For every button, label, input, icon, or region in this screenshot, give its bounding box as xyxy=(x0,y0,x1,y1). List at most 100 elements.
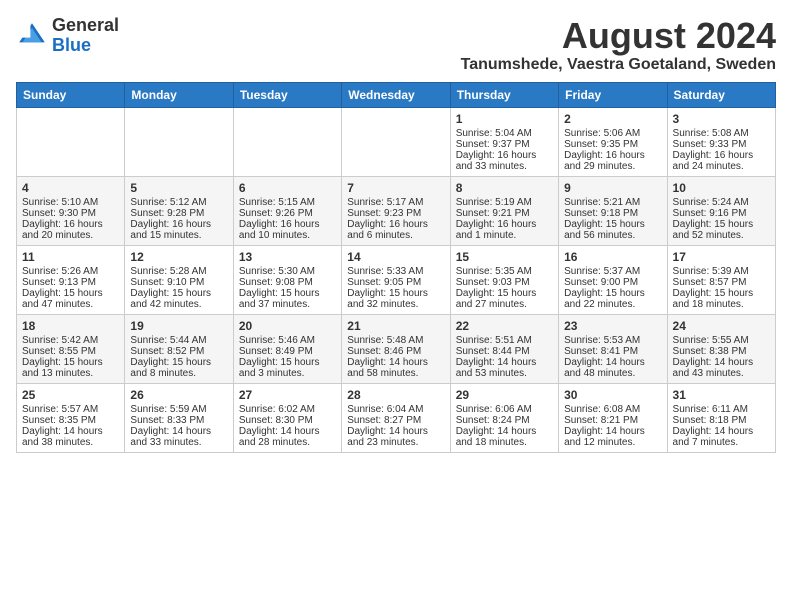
day-number: 26 xyxy=(130,388,227,402)
day-info: and 38 minutes. xyxy=(22,437,119,448)
day-number: 4 xyxy=(22,181,119,195)
day-info: Sunset: 9:13 PM xyxy=(22,277,119,288)
logo-icon xyxy=(16,20,48,52)
day-info: Daylight: 14 hours xyxy=(239,426,336,437)
day-info: Sunrise: 6:04 AM xyxy=(347,404,444,415)
day-info: Sunrise: 5:04 AM xyxy=(456,128,553,139)
logo-text: General Blue xyxy=(52,16,119,56)
day-number: 16 xyxy=(564,250,661,264)
day-info: Sunset: 9:28 PM xyxy=(130,208,227,219)
day-info: Sunset: 8:35 PM xyxy=(22,415,119,426)
day-info: Daylight: 15 hours xyxy=(130,288,227,299)
day-info: Sunrise: 5:08 AM xyxy=(673,128,770,139)
weekday-header-sunday: Sunday xyxy=(17,82,125,107)
calendar-cell xyxy=(17,107,125,176)
week-row-1: 1Sunrise: 5:04 AMSunset: 9:37 PMDaylight… xyxy=(17,107,776,176)
day-info: and 42 minutes. xyxy=(130,299,227,310)
day-info: Sunrise: 5:53 AM xyxy=(564,335,661,346)
day-info: Sunset: 9:23 PM xyxy=(347,208,444,219)
day-info: Sunrise: 5:46 AM xyxy=(239,335,336,346)
day-info: and 56 minutes. xyxy=(564,230,661,241)
day-info: Daylight: 16 hours xyxy=(347,219,444,230)
calendar-cell: 5Sunrise: 5:12 AMSunset: 9:28 PMDaylight… xyxy=(125,176,233,245)
day-info: Daylight: 15 hours xyxy=(456,288,553,299)
day-info: Sunrise: 5:51 AM xyxy=(456,335,553,346)
day-number: 20 xyxy=(239,319,336,333)
day-info: Daylight: 15 hours xyxy=(564,288,661,299)
day-info: Sunset: 9:10 PM xyxy=(130,277,227,288)
day-info: Daylight: 16 hours xyxy=(456,219,553,230)
day-number: 27 xyxy=(239,388,336,402)
day-info: Daylight: 15 hours xyxy=(673,219,770,230)
day-info: and 22 minutes. xyxy=(564,299,661,310)
day-info: Sunset: 8:27 PM xyxy=(347,415,444,426)
weekday-header-wednesday: Wednesday xyxy=(342,82,450,107)
day-info: Sunset: 8:24 PM xyxy=(456,415,553,426)
calendar-cell: 18Sunrise: 5:42 AMSunset: 8:55 PMDayligh… xyxy=(17,314,125,383)
day-info: Sunset: 8:21 PM xyxy=(564,415,661,426)
day-info: Sunrise: 5:30 AM xyxy=(239,266,336,277)
calendar-cell: 27Sunrise: 6:02 AMSunset: 8:30 PMDayligh… xyxy=(233,383,341,452)
calendar-cell: 9Sunrise: 5:21 AMSunset: 9:18 PMDaylight… xyxy=(559,176,667,245)
calendar-cell: 21Sunrise: 5:48 AMSunset: 8:46 PMDayligh… xyxy=(342,314,450,383)
day-info: Daylight: 14 hours xyxy=(456,426,553,437)
logo-blue: Blue xyxy=(52,36,119,56)
day-info: Sunset: 9:35 PM xyxy=(564,139,661,150)
day-number: 31 xyxy=(673,388,770,402)
day-number: 7 xyxy=(347,181,444,195)
calendar-subtitle: Tanumshede, Vaestra Goetaland, Sweden xyxy=(461,56,776,74)
day-info: and 32 minutes. xyxy=(347,299,444,310)
day-info: Sunrise: 5:48 AM xyxy=(347,335,444,346)
day-info: Sunrise: 5:12 AM xyxy=(130,197,227,208)
day-info: Sunrise: 5:17 AM xyxy=(347,197,444,208)
calendar-cell: 4Sunrise: 5:10 AMSunset: 9:30 PMDaylight… xyxy=(17,176,125,245)
calendar-cell: 22Sunrise: 5:51 AMSunset: 8:44 PMDayligh… xyxy=(450,314,558,383)
day-info: Sunset: 8:49 PM xyxy=(239,346,336,357)
day-info: and 52 minutes. xyxy=(673,230,770,241)
calendar-cell: 11Sunrise: 5:26 AMSunset: 9:13 PMDayligh… xyxy=(17,245,125,314)
day-info: Sunrise: 5:44 AM xyxy=(130,335,227,346)
day-number: 28 xyxy=(347,388,444,402)
day-info: and 10 minutes. xyxy=(239,230,336,241)
day-number: 12 xyxy=(130,250,227,264)
day-number: 24 xyxy=(673,319,770,333)
day-info: Sunrise: 6:02 AM xyxy=(239,404,336,415)
day-info: and 15 minutes. xyxy=(130,230,227,241)
day-info: Sunset: 9:37 PM xyxy=(456,139,553,150)
day-info: Sunset: 9:26 PM xyxy=(239,208,336,219)
day-info: Daylight: 14 hours xyxy=(347,426,444,437)
day-info: Sunset: 8:41 PM xyxy=(564,346,661,357)
day-info: Sunset: 8:55 PM xyxy=(22,346,119,357)
day-info: and 24 minutes. xyxy=(673,161,770,172)
day-number: 23 xyxy=(564,319,661,333)
day-info: Sunrise: 5:59 AM xyxy=(130,404,227,415)
day-number: 29 xyxy=(456,388,553,402)
day-info: and 20 minutes. xyxy=(22,230,119,241)
day-info: Daylight: 14 hours xyxy=(564,357,661,368)
day-info: Sunset: 9:08 PM xyxy=(239,277,336,288)
day-info: Sunset: 8:44 PM xyxy=(456,346,553,357)
day-info: Daylight: 16 hours xyxy=(564,150,661,161)
day-info: Daylight: 15 hours xyxy=(673,288,770,299)
day-number: 17 xyxy=(673,250,770,264)
day-info: and 33 minutes. xyxy=(130,437,227,448)
calendar-cell xyxy=(233,107,341,176)
week-row-5: 25Sunrise: 5:57 AMSunset: 8:35 PMDayligh… xyxy=(17,383,776,452)
day-info: and 53 minutes. xyxy=(456,368,553,379)
day-info: Daylight: 14 hours xyxy=(673,357,770,368)
calendar-cell: 2Sunrise: 5:06 AMSunset: 9:35 PMDaylight… xyxy=(559,107,667,176)
calendar-table: SundayMondayTuesdayWednesdayThursdayFrid… xyxy=(16,82,776,453)
day-number: 13 xyxy=(239,250,336,264)
day-info: Sunrise: 6:11 AM xyxy=(673,404,770,415)
day-info: Sunset: 8:52 PM xyxy=(130,346,227,357)
day-number: 18 xyxy=(22,319,119,333)
day-info: Daylight: 15 hours xyxy=(239,357,336,368)
calendar-cell: 1Sunrise: 5:04 AMSunset: 9:37 PMDaylight… xyxy=(450,107,558,176)
day-info: and 6 minutes. xyxy=(347,230,444,241)
day-info: Sunset: 8:46 PM xyxy=(347,346,444,357)
day-info: Daylight: 16 hours xyxy=(130,219,227,230)
day-info: Sunrise: 5:39 AM xyxy=(673,266,770,277)
calendar-cell: 25Sunrise: 5:57 AMSunset: 8:35 PMDayligh… xyxy=(17,383,125,452)
day-info: Sunset: 9:00 PM xyxy=(564,277,661,288)
calendar-cell: 8Sunrise: 5:19 AMSunset: 9:21 PMDaylight… xyxy=(450,176,558,245)
